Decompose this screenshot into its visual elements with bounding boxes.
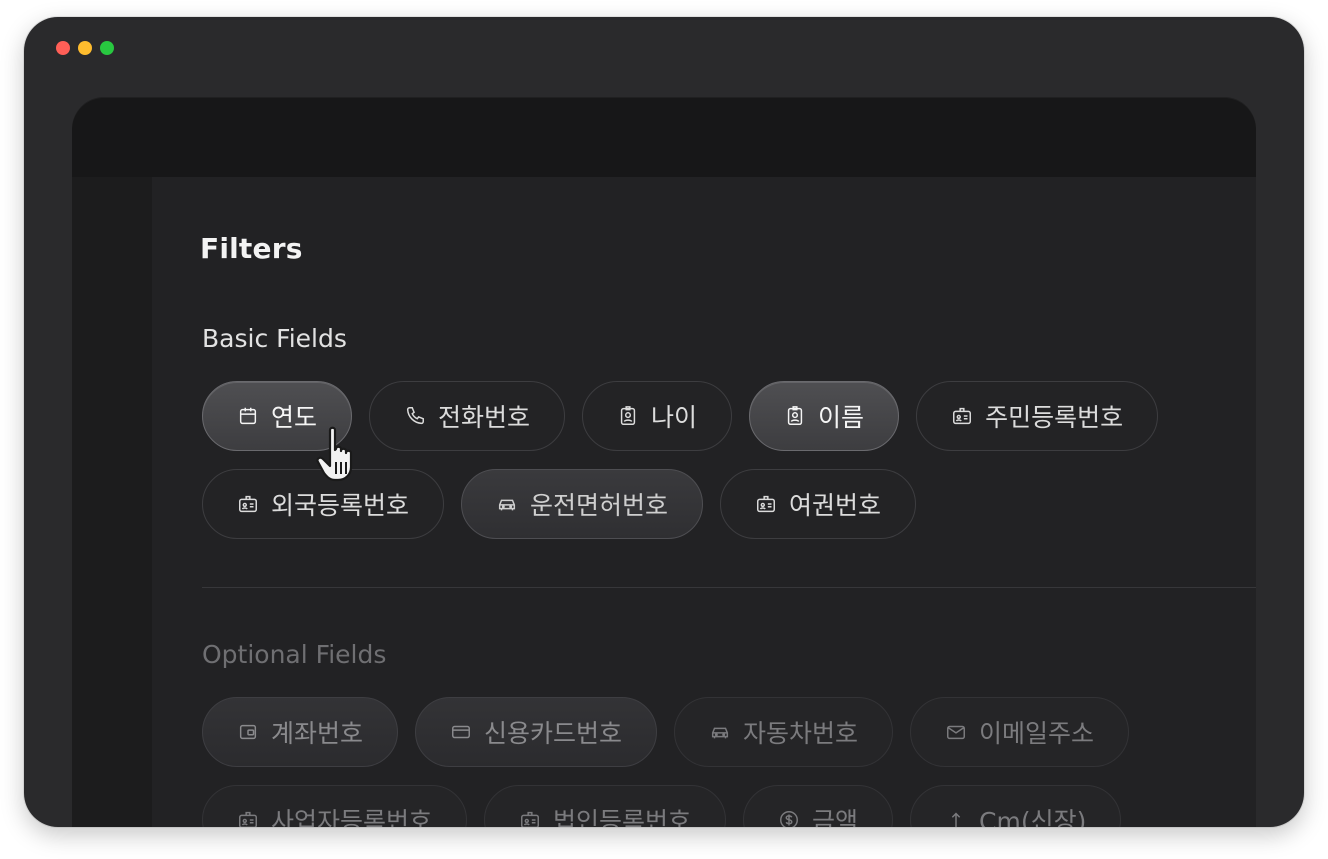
id-card-icon xyxy=(757,495,776,513)
wallet-icon xyxy=(239,724,257,740)
car-icon xyxy=(711,727,729,739)
calendar-icon xyxy=(239,407,257,425)
chip-age[interactable]: 나이 xyxy=(582,381,733,451)
id-badge-icon xyxy=(620,406,636,425)
chip-height-cm[interactable]: Cm(신장) xyxy=(910,785,1122,827)
app-window: Filters Basic Fields 연도 전화번호 나이 이름 주민등록번… xyxy=(24,17,1304,827)
window-controls xyxy=(56,41,114,55)
optional-fields-row-1: 계좌번호 신용카드번호 자동차번호 이메일주소 xyxy=(202,697,1130,767)
credit-card-icon xyxy=(452,725,470,739)
chip-label: Cm(신장) xyxy=(979,807,1087,827)
chip-label: 연도 xyxy=(271,403,318,432)
chip-label: 법인등록번호 xyxy=(553,807,692,827)
optional-fields-title: Optional Fields xyxy=(202,640,387,669)
chip-car-number[interactable]: 자동차번호 xyxy=(674,697,894,767)
app-content: Filters Basic Fields 연도 전화번호 나이 이름 주민등록번… xyxy=(72,97,1256,827)
id-card-icon xyxy=(953,407,972,425)
basic-fields-row-2: 외국등록번호 운전면허번호 여권번호 xyxy=(202,469,917,539)
chip-account-number[interactable]: 계좌번호 xyxy=(202,697,399,767)
chip-credit-card[interactable]: 신용카드번호 xyxy=(415,697,658,767)
chip-business-number[interactable]: 사업자등록번호 xyxy=(202,785,468,827)
phone-icon xyxy=(406,407,424,425)
minimize-window-button[interactable] xyxy=(78,41,92,55)
panel-title: Filters xyxy=(200,232,303,265)
zoom-window-button[interactable] xyxy=(100,41,114,55)
chip-driver-license[interactable]: 운전면허번호 xyxy=(461,469,704,539)
chip-label: 신용카드번호 xyxy=(484,719,623,748)
sidebar-area xyxy=(72,177,152,827)
id-card-icon xyxy=(521,811,539,827)
car-icon xyxy=(498,499,516,511)
chip-passport[interactable]: 여권번호 xyxy=(720,469,917,539)
hand-pointer-cursor xyxy=(316,426,353,482)
filters-panel: Filters Basic Fields 연도 전화번호 나이 이름 주민등록번… xyxy=(152,177,1256,827)
chip-label: 이름 xyxy=(818,403,865,432)
section-divider xyxy=(202,587,1256,588)
arrow-up-icon xyxy=(951,812,961,827)
id-card-icon xyxy=(239,811,257,827)
chip-label: 주민등록번호 xyxy=(985,403,1124,432)
chip-label: 이메일주소 xyxy=(979,719,1095,748)
chip-corporate-number[interactable]: 법인등록번호 xyxy=(484,785,727,827)
chip-phone[interactable]: 전화번호 xyxy=(369,381,566,451)
chip-label: 전화번호 xyxy=(438,403,531,432)
chip-label: 사업자등록번호 xyxy=(271,807,433,827)
optional-fields-row-2: 사업자등록번호 법인등록번호 금액 Cm(신장) xyxy=(202,785,1122,827)
close-window-button[interactable] xyxy=(56,41,70,55)
dollar-icon xyxy=(780,811,799,827)
chip-name[interactable]: 이름 xyxy=(749,381,900,451)
chip-label: 금액 xyxy=(812,807,859,827)
chip-label: 자동차번호 xyxy=(743,719,859,748)
chip-amount[interactable]: 금액 xyxy=(743,785,894,827)
mail-icon xyxy=(947,725,966,740)
chip-label: 운전면허번호 xyxy=(530,491,669,520)
chip-label: 나이 xyxy=(651,403,698,432)
chip-label: 외국등록번호 xyxy=(271,491,410,520)
chip-email[interactable]: 이메일주소 xyxy=(910,697,1130,767)
id-card-icon xyxy=(239,495,257,513)
basic-fields-title: Basic Fields xyxy=(202,324,347,353)
chip-label: 여권번호 xyxy=(789,491,882,520)
chip-resident-number[interactable]: 주민등록번호 xyxy=(916,381,1159,451)
id-badge-icon xyxy=(787,406,803,425)
chip-label: 계좌번호 xyxy=(271,719,364,748)
